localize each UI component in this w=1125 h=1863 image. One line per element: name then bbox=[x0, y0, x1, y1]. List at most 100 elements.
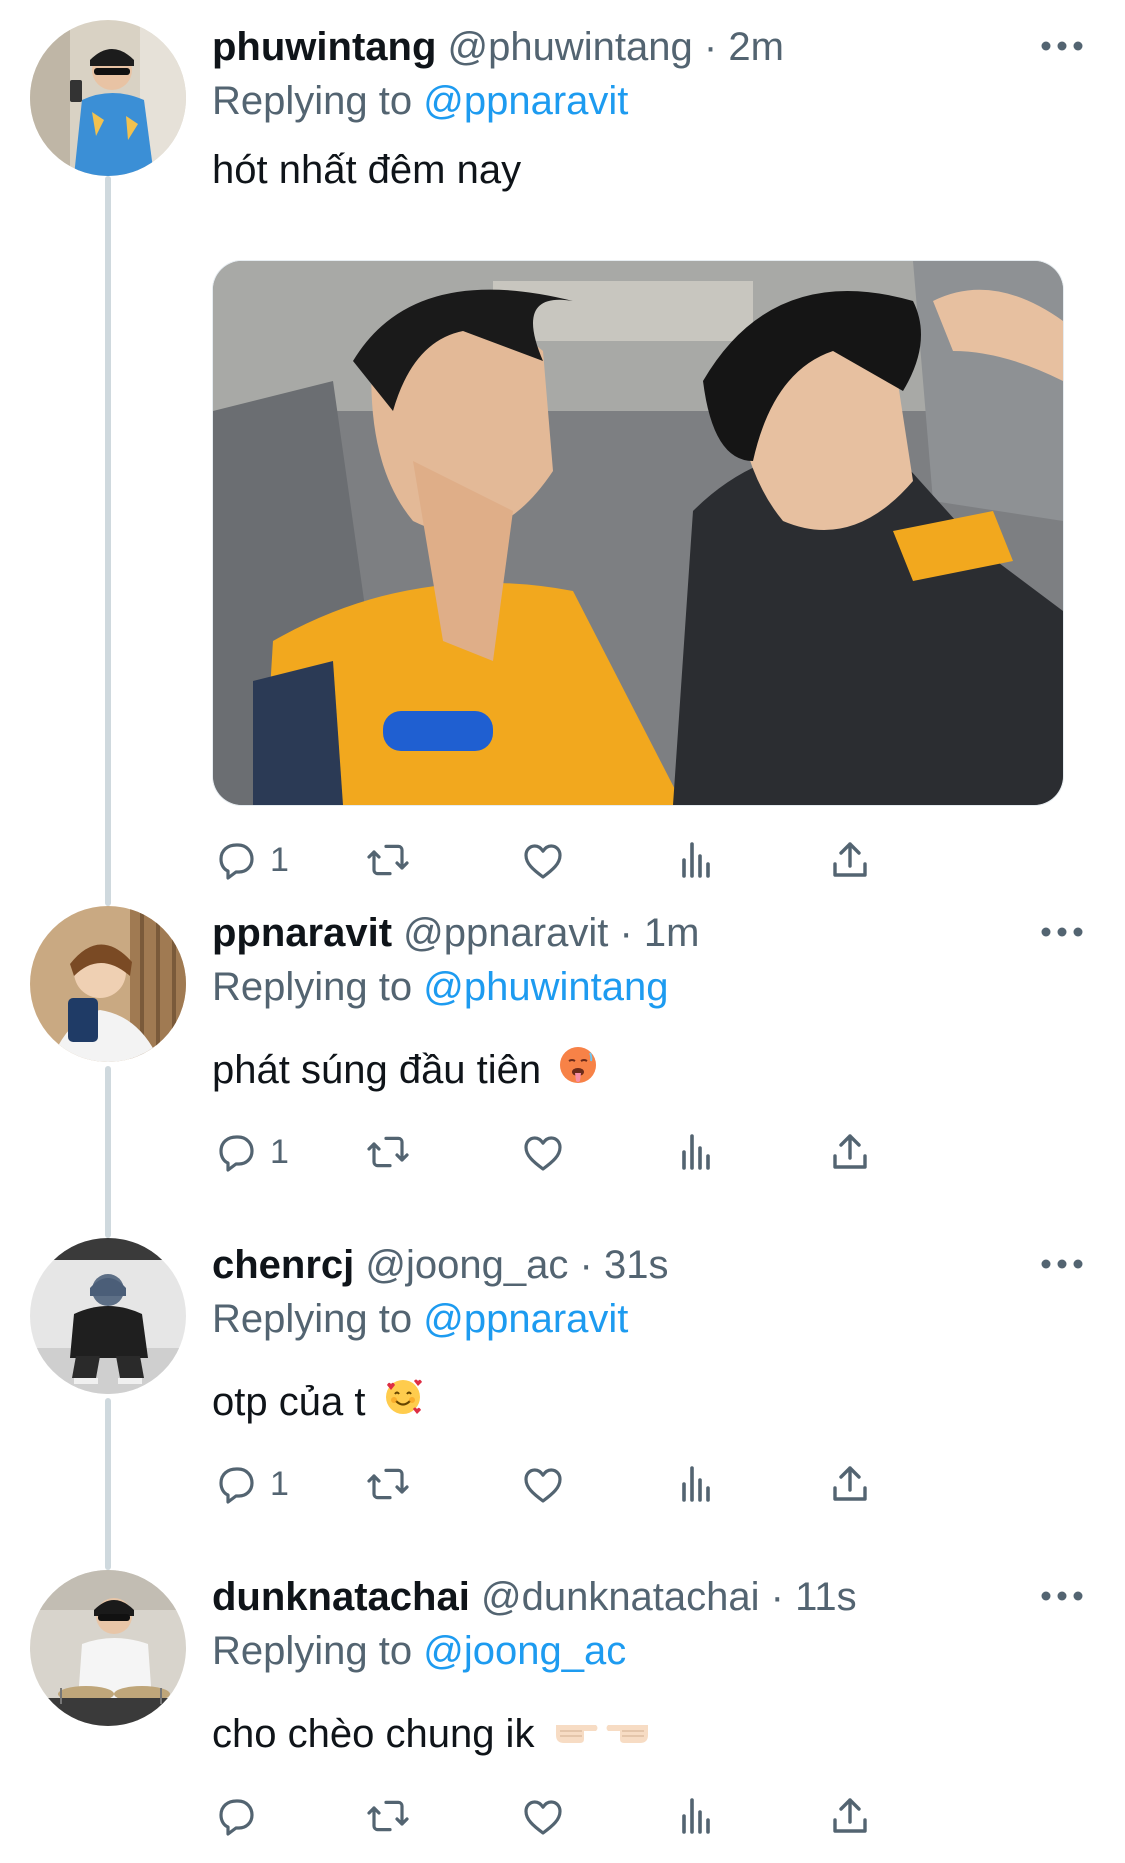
retweet-icon bbox=[367, 1136, 409, 1168]
user-handle[interactable]: @ppnaravit bbox=[403, 911, 608, 955]
views-button[interactable] bbox=[672, 1454, 720, 1514]
display-name[interactable]: ppnaravit bbox=[212, 911, 392, 955]
reply-icon bbox=[219, 1799, 254, 1836]
avatar[interactable] bbox=[30, 20, 186, 176]
share-icon bbox=[833, 1466, 867, 1501]
tweet[interactable]: ppnaravit @ppnaravit · 1m Replying to @p… bbox=[0, 906, 1125, 1236]
replying-to: Replying to @ppnaravit bbox=[212, 1292, 628, 1346]
timestamp[interactable]: 11s bbox=[795, 1575, 857, 1619]
tweet-text: hót nhất đêm nay bbox=[212, 148, 522, 192]
reply-button[interactable] bbox=[212, 1786, 270, 1846]
share-icon bbox=[833, 842, 867, 877]
user-handle[interactable]: @joong_ac bbox=[365, 1243, 568, 1287]
smiling-face-with-hearts-emoji bbox=[383, 1374, 423, 1434]
tweet-header: phuwintang @phuwintang · 2m bbox=[212, 20, 784, 74]
user-handle[interactable]: @dunknatachai bbox=[481, 1575, 760, 1619]
like-button[interactable] bbox=[519, 1786, 567, 1846]
tweet-actions: 1 bbox=[212, 1122, 1062, 1182]
display-name[interactable]: phuwintang bbox=[212, 25, 436, 69]
tweet-text: cho chèo chung ik bbox=[212, 1704, 652, 1764]
replying-to: Replying to @phuwintang bbox=[212, 960, 668, 1014]
more-icon[interactable] bbox=[1040, 1252, 1084, 1276]
like-icon bbox=[524, 1136, 562, 1171]
retweet-button[interactable] bbox=[364, 1454, 412, 1514]
retweet-icon bbox=[367, 844, 409, 876]
tweet-header: ppnaravit @ppnaravit · 1m bbox=[212, 906, 699, 960]
mention-link[interactable]: @ppnaravit bbox=[423, 1297, 628, 1341]
replying-label: Replying to bbox=[212, 965, 413, 1009]
more-icon[interactable] bbox=[1040, 920, 1084, 944]
replying-label: Replying to bbox=[212, 1629, 413, 1673]
avatar[interactable] bbox=[30, 1570, 186, 1726]
share-icon bbox=[833, 1134, 867, 1169]
reply-count: 1 bbox=[270, 1465, 289, 1503]
share-icon bbox=[833, 1798, 867, 1833]
tweet-text: otp của t bbox=[212, 1372, 423, 1432]
like-icon bbox=[524, 1468, 562, 1503]
timestamp[interactable]: 31s bbox=[604, 1243, 669, 1287]
replying-label: Replying to bbox=[212, 1297, 413, 1341]
mention-link[interactable]: @phuwintang bbox=[423, 965, 668, 1009]
retweet-button[interactable] bbox=[364, 1122, 412, 1182]
retweet-button[interactable] bbox=[364, 830, 412, 890]
reply-icon bbox=[219, 1135, 254, 1172]
like-button[interactable] bbox=[519, 1122, 567, 1182]
replying-to: Replying to @joong_ac bbox=[212, 1624, 626, 1678]
share-button[interactable] bbox=[826, 1122, 874, 1182]
like-icon bbox=[524, 1800, 562, 1835]
tweet-actions bbox=[212, 1786, 1062, 1846]
tweet-text-content: otp của t bbox=[212, 1380, 366, 1424]
replying-label: Replying to bbox=[212, 79, 413, 123]
like-button[interactable] bbox=[519, 830, 567, 890]
tweet[interactable]: chenrcj @joong_ac · 31s Replying to @ppn… bbox=[0, 1238, 1125, 1568]
timestamp[interactable]: 2m bbox=[728, 25, 784, 69]
user-handle[interactable]: @phuwintang bbox=[448, 25, 693, 69]
views-button[interactable] bbox=[672, 1122, 720, 1182]
retweet-icon bbox=[367, 1468, 409, 1500]
tweet[interactable]: dunknatachai @dunknatachai · 11s Replyin… bbox=[0, 1570, 1125, 1863]
display-name[interactable]: dunknatachai bbox=[212, 1575, 470, 1619]
separator: · bbox=[703, 25, 718, 69]
mention-link[interactable]: @ppnaravit bbox=[423, 79, 628, 123]
tweet-header: chenrcj @joong_ac · 31s bbox=[212, 1238, 668, 1292]
reply-button[interactable]: 1 bbox=[212, 1122, 289, 1182]
pointing-hands-emoji bbox=[552, 1706, 652, 1766]
separator: · bbox=[770, 1575, 784, 1619]
share-button[interactable] bbox=[826, 830, 874, 890]
hot-face-emoji bbox=[558, 1042, 598, 1102]
share-button[interactable] bbox=[826, 1786, 874, 1846]
tweet-text-content: cho chèo chung ik bbox=[212, 1712, 535, 1756]
avatar[interactable] bbox=[30, 1238, 186, 1394]
share-button[interactable] bbox=[826, 1454, 874, 1514]
mention-link[interactable]: @joong_ac bbox=[423, 1629, 626, 1673]
reply-count: 1 bbox=[270, 1133, 289, 1171]
retweet-button[interactable] bbox=[364, 1786, 412, 1846]
views-icon bbox=[682, 842, 710, 878]
separator: · bbox=[579, 1243, 593, 1287]
views-button[interactable] bbox=[672, 830, 720, 890]
reply-button[interactable]: 1 bbox=[212, 830, 289, 890]
separator: · bbox=[619, 911, 633, 955]
views-icon bbox=[682, 1466, 710, 1502]
avatar[interactable] bbox=[30, 906, 186, 1062]
like-button[interactable] bbox=[519, 1454, 567, 1514]
views-icon bbox=[682, 1798, 710, 1834]
tweet-photo[interactable] bbox=[212, 260, 1064, 806]
reply-button[interactable]: 1 bbox=[212, 1454, 289, 1514]
more-icon[interactable] bbox=[1040, 34, 1084, 58]
tweet-text: phát súng đầu tiên bbox=[212, 1040, 598, 1100]
tweet-actions: 1 bbox=[212, 1454, 1062, 1514]
tweet[interactable]: phuwintang @phuwintang · 2m Replying to … bbox=[0, 20, 1125, 880]
tweet-text-content: phát súng đầu tiên bbox=[212, 1048, 542, 1092]
reply-count: 1 bbox=[270, 841, 289, 879]
views-button[interactable] bbox=[672, 1786, 720, 1846]
reply-icon bbox=[219, 1467, 254, 1504]
display-name[interactable]: chenrcj bbox=[212, 1243, 354, 1287]
timestamp[interactable]: 1m bbox=[644, 911, 700, 955]
retweet-icon bbox=[367, 1800, 409, 1832]
like-icon bbox=[524, 844, 562, 879]
more-icon[interactable] bbox=[1040, 1584, 1084, 1608]
replying-to: Replying to @ppnaravit bbox=[212, 74, 628, 128]
reply-icon bbox=[219, 843, 254, 880]
tweet-actions: 1 bbox=[212, 830, 1062, 890]
